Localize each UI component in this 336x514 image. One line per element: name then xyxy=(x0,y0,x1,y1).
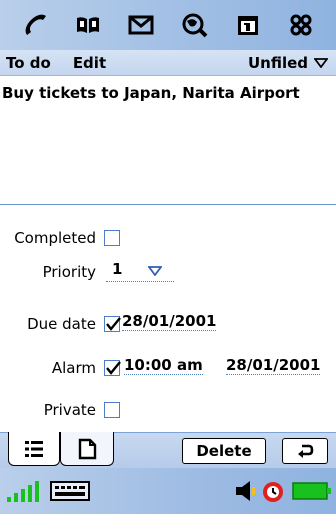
clock-alarm-icon[interactable] xyxy=(260,478,286,504)
alarm-checkbox[interactable] xyxy=(104,360,121,376)
chevron-down-icon xyxy=(148,266,162,276)
delete-button[interactable]: Delete xyxy=(182,438,266,464)
address-book-icon xyxy=(76,17,99,33)
task-description-text: Buy tickets to Japan, Narita Airport xyxy=(2,84,300,102)
alarm-row: Alarm 10:00 am 28/01/2001 xyxy=(0,354,336,382)
signal-strength-icon xyxy=(7,481,39,502)
launcher-applications[interactable] xyxy=(284,8,318,42)
return-arrow-icon xyxy=(298,444,314,458)
alarm-label: Alarm xyxy=(51,359,96,377)
calendar-icon xyxy=(237,16,258,35)
web-icon xyxy=(182,13,208,38)
menu-bar: To do Edit Unfiled xyxy=(0,50,336,76)
launcher-messaging[interactable] xyxy=(124,8,158,42)
chevron-down-icon xyxy=(314,57,328,68)
menu-edit[interactable]: Edit xyxy=(73,54,106,72)
tab-note[interactable] xyxy=(60,432,114,466)
battery-icon[interactable] xyxy=(292,481,332,501)
category-selector[interactable]: Unfiled xyxy=(248,54,328,72)
tab-details[interactable] xyxy=(8,432,60,466)
launcher-phone[interactable] xyxy=(18,8,52,42)
delete-label: Delete xyxy=(196,442,252,460)
applications-icon xyxy=(290,14,312,36)
priority-selector[interactable]: 1 xyxy=(106,260,174,282)
checkmark-icon xyxy=(106,317,121,331)
completed-label: Completed xyxy=(14,229,96,247)
private-checkbox[interactable] xyxy=(104,402,120,418)
launcher-contacts[interactable] xyxy=(71,8,105,42)
due-date-row: Due date 28/01/2001 xyxy=(0,310,336,338)
details-list-icon xyxy=(25,440,43,457)
priority-label: Priority xyxy=(42,263,96,281)
back-button[interactable] xyxy=(282,438,328,464)
alarm-time-value[interactable]: 10:00 am xyxy=(124,356,203,375)
priority-row: Priority 1 xyxy=(0,258,336,286)
menu-todo[interactable]: To do xyxy=(6,54,51,72)
due-date-checkbox[interactable] xyxy=(104,316,121,332)
status-bar xyxy=(0,468,336,514)
private-label: Private xyxy=(43,401,96,419)
completed-checkbox[interactable] xyxy=(104,230,120,246)
volume-icon[interactable] xyxy=(234,479,256,503)
phone-icon xyxy=(25,14,46,35)
due-date-value[interactable]: 28/01/2001 xyxy=(122,312,217,331)
launcher-web[interactable] xyxy=(178,8,212,42)
launcher-calendar[interactable] xyxy=(231,8,265,42)
messaging-icon xyxy=(128,15,154,35)
command-bar: Delete xyxy=(0,432,336,468)
category-value: Unfiled xyxy=(247,53,308,72)
checkmark-icon xyxy=(106,361,121,375)
task-description-field[interactable]: Buy tickets to Japan, Narita Airport xyxy=(2,84,336,204)
priority-value: 1 xyxy=(112,260,123,278)
completed-row: Completed xyxy=(0,224,336,252)
divider xyxy=(0,204,336,205)
private-row: Private xyxy=(0,396,336,424)
launcher-bar xyxy=(0,0,336,50)
note-icon xyxy=(78,438,97,459)
due-date-label: Due date xyxy=(27,315,96,333)
alarm-date-value[interactable]: 28/01/2001 xyxy=(226,356,321,375)
keyboard-icon[interactable] xyxy=(50,481,90,501)
